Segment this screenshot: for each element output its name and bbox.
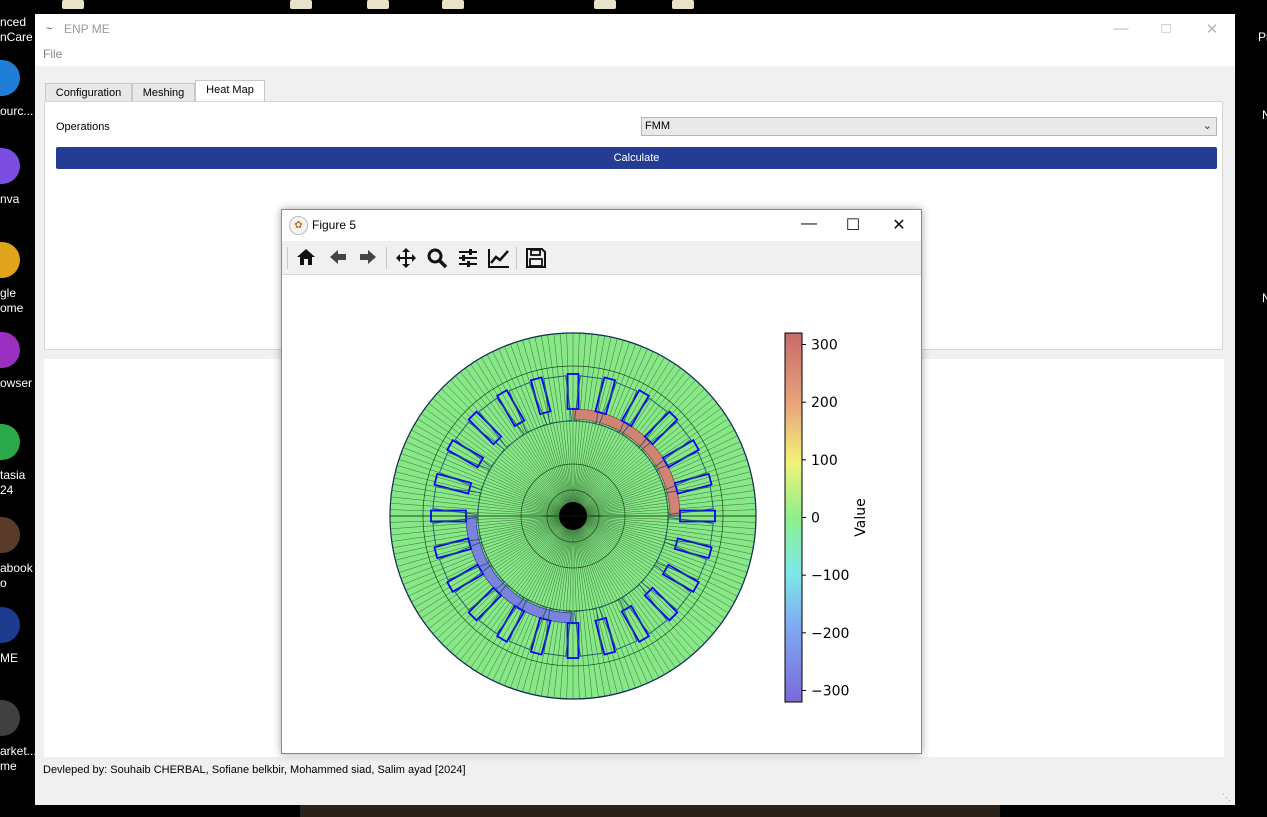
colorbar-tick-label: −100 xyxy=(811,568,849,584)
close-button[interactable]: ✕ xyxy=(1202,20,1222,38)
desktop-app-icon[interactable] xyxy=(0,148,20,184)
figure-title: Figure 5 xyxy=(312,218,357,232)
colorbar xyxy=(784,332,803,703)
desktop-icon-label[interactable]: nva xyxy=(0,192,36,207)
back-icon[interactable] xyxy=(326,247,350,269)
desktop-right-label: N xyxy=(1262,108,1267,122)
colorbar-tick-label: 0 xyxy=(811,511,820,527)
colorbar-tick-label: 200 xyxy=(811,395,838,411)
desktop-icon-label[interactable]: nced nCare xyxy=(0,15,36,45)
desktop-shortcut-icon[interactable] xyxy=(367,0,389,9)
matplotlib-logo-icon: ✿ xyxy=(289,216,308,235)
configure-subplots-icon[interactable] xyxy=(456,247,480,269)
desktop-app-icon[interactable] xyxy=(0,242,20,278)
desktop-app-icon[interactable] xyxy=(0,60,20,96)
menu-bar: File xyxy=(35,44,1235,66)
heat-map-chart: 300 200 100 0 −100 −200 −300 Value xyxy=(389,332,869,703)
desktop-shortcut-icon[interactable] xyxy=(442,0,464,9)
colorbar-tick-label: −200 xyxy=(811,626,849,642)
tab-heat-map[interactable]: Heat Map xyxy=(195,80,265,102)
resize-grip-icon[interactable]: ⋱ xyxy=(1222,792,1231,803)
figure-minimize-button[interactable]: — xyxy=(794,215,824,233)
edit-axis-icon[interactable] xyxy=(487,247,511,269)
figure-maximize-button[interactable]: ☐ xyxy=(838,215,868,235)
colorbar-tick-label: 300 xyxy=(811,338,838,354)
window-title: ENP ME xyxy=(64,22,110,36)
plot-canvas[interactable]: 300 200 100 0 −100 −200 −300 Value xyxy=(282,275,921,753)
colorbar-tick-label: −300 xyxy=(811,683,849,699)
calculate-button[interactable]: Calculate xyxy=(56,147,1217,169)
title-bar[interactable]: ~ ENP ME — □ ✕ xyxy=(35,14,1235,44)
desktop-right-label: N xyxy=(1262,291,1267,305)
desktop-shortcut-icon[interactable] xyxy=(594,0,616,9)
chevron-down-icon: ⌄ xyxy=(1202,120,1212,132)
toolbar-separator xyxy=(516,247,517,269)
desktop-icon-label[interactable]: arket... me xyxy=(0,744,36,774)
desktop-app-icon[interactable] xyxy=(0,332,20,368)
desktop-shortcut-icon[interactable] xyxy=(62,0,84,9)
navigation-toolbar xyxy=(282,241,921,275)
desktop-icon-label[interactable]: abook o xyxy=(0,561,36,591)
operations-selected-value: FMM xyxy=(645,120,671,132)
app-logo-icon: ~ xyxy=(46,23,53,35)
desktop-app-icon[interactable] xyxy=(0,700,20,736)
desktop-icon-label[interactable]: owser xyxy=(0,376,36,391)
tab-meshing[interactable]: Meshing xyxy=(132,83,195,101)
menu-file[interactable]: File xyxy=(43,47,62,61)
desktop-right-label: Pr xyxy=(1258,30,1267,44)
desktop-right-strip: Pr N N xyxy=(1236,0,1267,817)
home-icon[interactable] xyxy=(294,247,318,269)
tab-configuration[interactable]: Configuration xyxy=(45,83,132,101)
desktop-app-icon[interactable] xyxy=(0,424,20,460)
minimize-button[interactable]: — xyxy=(1111,20,1131,37)
figure-window: ✿ Figure 5 — ☐ ✕ 300 200 100 0 −100 −200… xyxy=(281,209,922,754)
maximize-button[interactable]: □ xyxy=(1156,20,1176,37)
zoom-icon[interactable] xyxy=(425,247,449,269)
desktop-wallpaper xyxy=(300,805,1000,817)
operations-select[interactable]: FMM ⌄ xyxy=(641,117,1217,136)
desktop-icon-label[interactable]: ourc... xyxy=(0,104,36,119)
save-icon[interactable] xyxy=(524,247,548,269)
toolbar-separator xyxy=(287,247,288,269)
desktop-icon-label[interactable]: tasia 24 xyxy=(0,468,36,498)
desktop-shortcut-icon[interactable] xyxy=(290,0,312,9)
desktop-app-icon[interactable] xyxy=(0,517,20,553)
credits-footer: Devleped by: Souhaib CHERBAL, Sofiane be… xyxy=(43,764,466,776)
forward-icon[interactable] xyxy=(356,247,380,269)
figure-close-button[interactable]: ✕ xyxy=(884,215,914,235)
colorbar-tick-label: 100 xyxy=(811,453,838,469)
desktop-shortcut-icon[interactable] xyxy=(672,0,694,9)
figure-title-bar[interactable]: ✿ Figure 5 — ☐ ✕ xyxy=(282,210,921,241)
pan-icon[interactable] xyxy=(394,247,418,269)
operations-label: Operations xyxy=(56,121,110,133)
toolbar-separator xyxy=(386,247,387,269)
desktop-app-icon[interactable] xyxy=(0,607,20,643)
desktop-icon-label[interactable]: gle ome xyxy=(0,286,36,316)
colorbar-label: Value xyxy=(853,498,869,536)
desktop-icon-label[interactable]: ME xyxy=(0,651,36,666)
